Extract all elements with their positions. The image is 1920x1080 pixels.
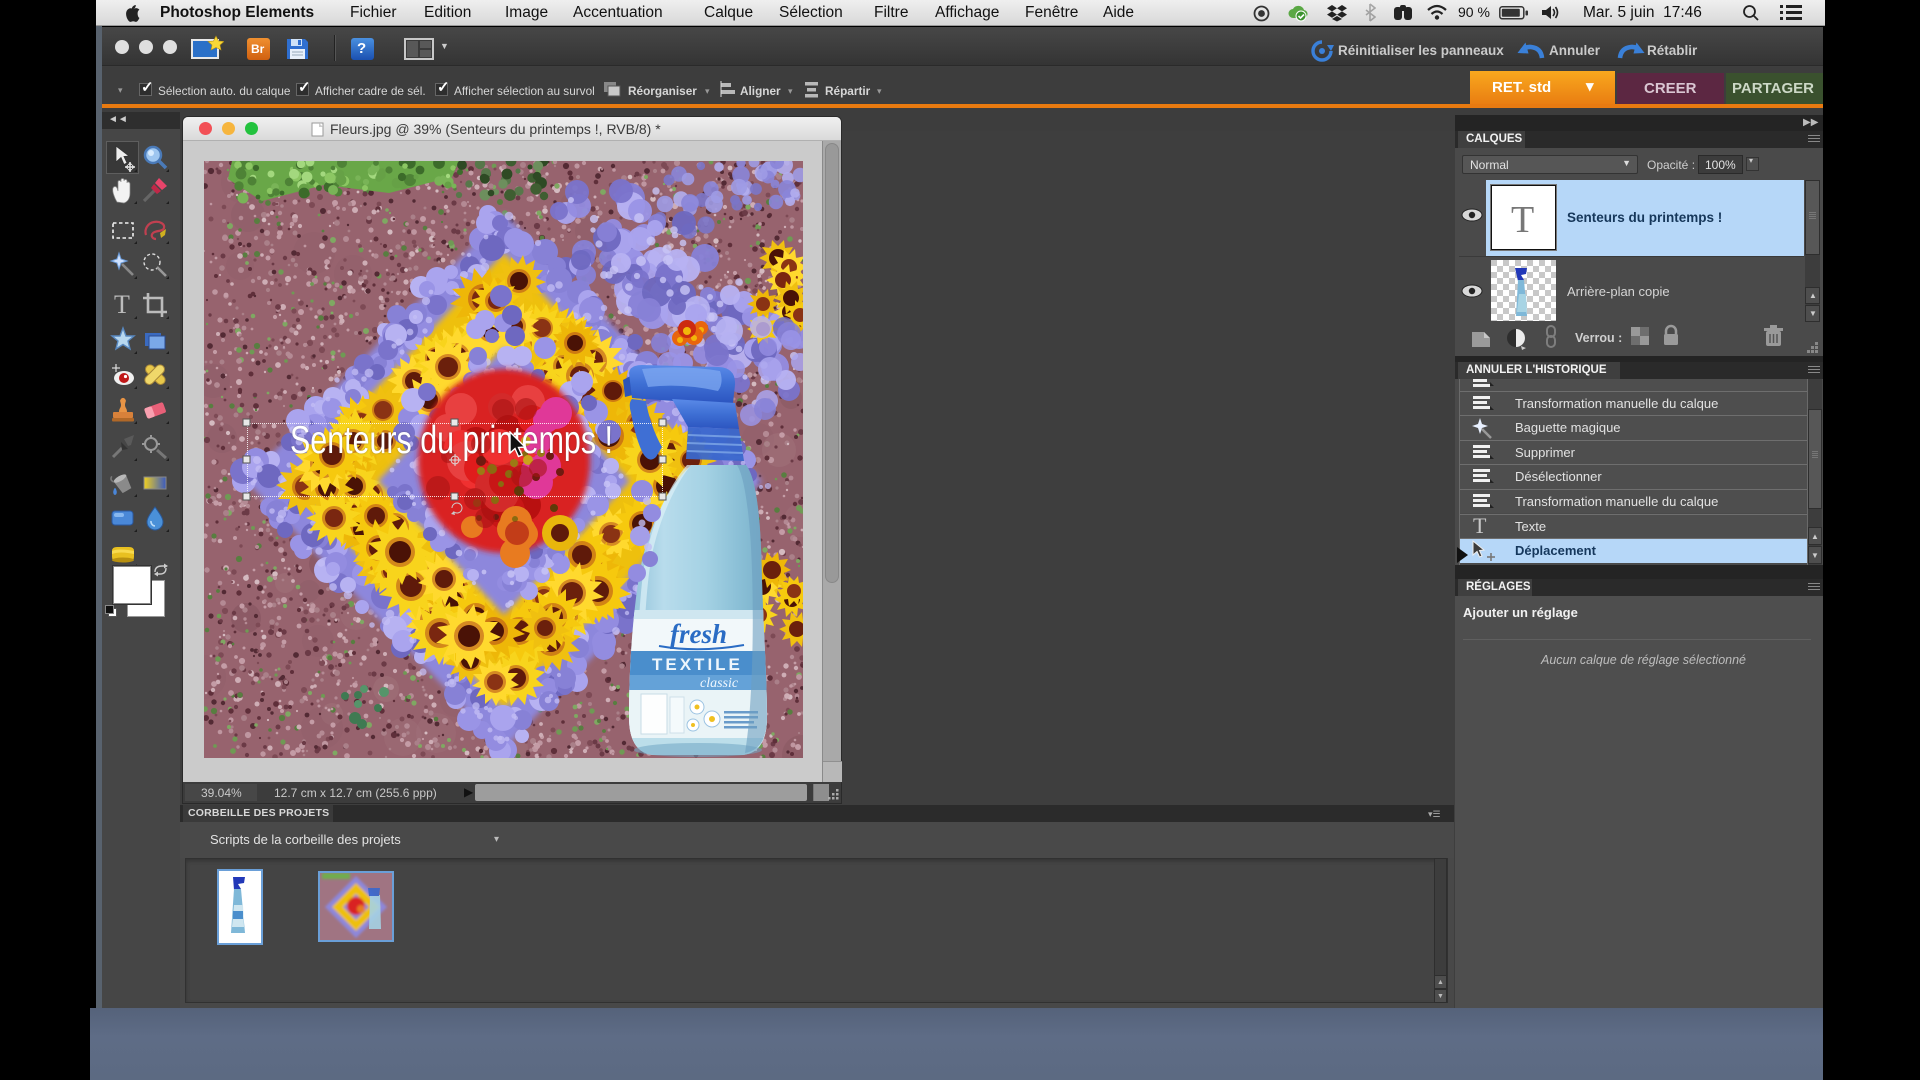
svg-text:T: T — [114, 290, 130, 319]
svg-text:T: T — [1473, 515, 1487, 538]
svg-text:fresh: fresh — [670, 619, 727, 649]
svg-text:TEXTILE: TEXTILE — [652, 655, 743, 674]
svg-text:classic: classic — [700, 676, 739, 691]
